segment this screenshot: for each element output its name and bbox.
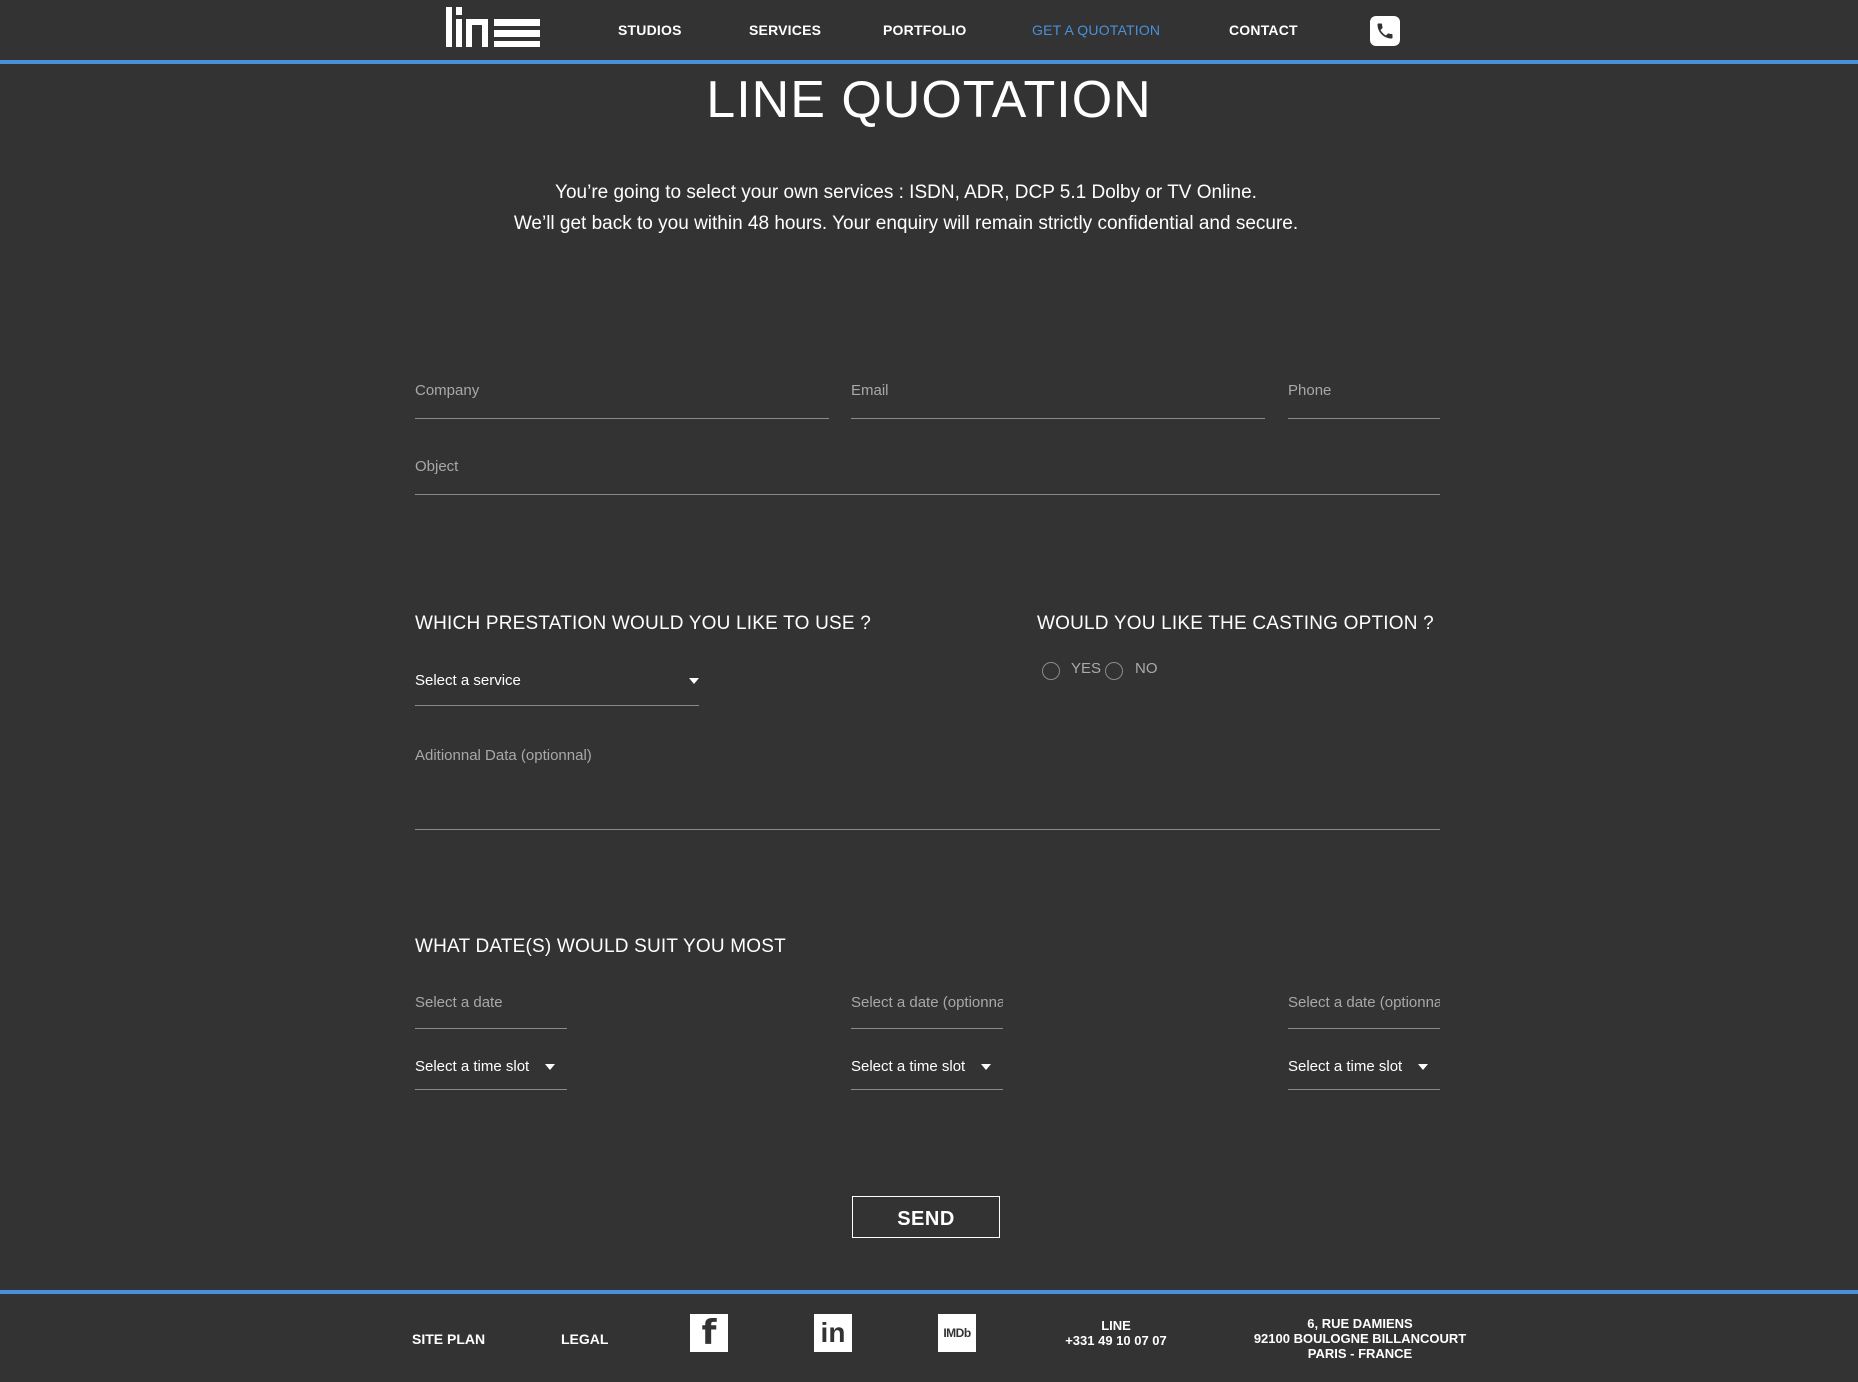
imdb-glyph: IMDb: [943, 1326, 971, 1340]
line-logo[interactable]: [446, 3, 540, 47]
email-field: [851, 382, 1265, 419]
object-field: [415, 458, 1440, 495]
facebook-icon[interactable]: f: [690, 1313, 728, 1353]
linkedin-icon[interactable]: in: [814, 1314, 852, 1352]
casting-yes-label: YES: [1071, 660, 1102, 677]
footer-address-line2: 92100 BOULOGNE BILLANCOURT: [1253, 1331, 1467, 1346]
site-footer: SITE PLAN LEGAL f in IMDb LINE +331 49 1…: [0, 1290, 1858, 1382]
footer-company-phone: +331 49 10 07 07: [1065, 1333, 1167, 1348]
service-select-label: Select a service: [415, 672, 521, 689]
nav-portfolio[interactable]: PORTFOLIO: [883, 22, 966, 38]
company-input[interactable]: [415, 382, 829, 399]
footer-address: 6, RUE DAMIENS 92100 BOULOGNE BILLANCOUR…: [1240, 1316, 1480, 1361]
footer-site-plan[interactable]: SITE PLAN: [412, 1331, 485, 1347]
nav-get-a-quotation[interactable]: GET A QUOTATION: [1032, 22, 1160, 38]
phone-icon: [1377, 23, 1393, 39]
chevron-down-icon: [1418, 1064, 1428, 1070]
send-button[interactable]: SEND: [852, 1196, 1000, 1238]
date1-input[interactable]: [415, 994, 567, 1011]
nav-contact[interactable]: CONTACT: [1229, 22, 1298, 38]
date3-input[interactable]: [1288, 994, 1440, 1011]
object-input[interactable]: [415, 458, 1440, 475]
chevron-down-icon: [981, 1064, 991, 1070]
timeslot2-select[interactable]: Select a time slot: [851, 1058, 1003, 1090]
date2-field: [851, 994, 1003, 1029]
date2-input[interactable]: [851, 994, 1003, 1011]
intro-line-2: We’ll get back to you within 48 hours. Y…: [513, 213, 1299, 234]
footer-address-line3: PARIS - FRANCE: [1307, 1346, 1413, 1361]
phone-button[interactable]: [1370, 16, 1400, 46]
chevron-down-icon: [689, 678, 699, 684]
timeslot1-label: Select a time slot: [415, 1058, 530, 1075]
nav-services[interactable]: SERVICES: [749, 22, 821, 38]
imdb-icon[interactable]: IMDb: [938, 1314, 976, 1352]
prestation-title: WHICH PRESTATION WOULD YOU LIKE TO USE ?: [415, 613, 871, 634]
intro-text: You’re going to select your own services…: [0, 177, 1812, 239]
casting-no-label: NO: [1135, 660, 1158, 677]
footer-contact: LINE +331 49 10 07 07: [1056, 1318, 1176, 1348]
casting-yes-radio[interactable]: [1042, 662, 1060, 680]
email-input[interactable]: [851, 382, 1265, 399]
timeslot1-select[interactable]: Select a time slot: [415, 1058, 567, 1090]
page-title: LINE QUOTATION: [706, 71, 1152, 129]
date3-field: [1288, 994, 1440, 1029]
site-header: STUDIOS SERVICES PORTFOLIO GET A QUOTATI…: [0, 0, 1858, 64]
nav-studios[interactable]: STUDIOS: [618, 22, 682, 38]
linkedin-glyph: in: [820, 1317, 846, 1348]
intro-line-1: You’re going to select your own services…: [555, 182, 1257, 203]
timeslot3-label: Select a time slot: [1288, 1058, 1403, 1075]
facebook-glyph: f: [701, 1313, 717, 1353]
footer-legal[interactable]: LEGAL: [561, 1331, 608, 1347]
timeslot2-label: Select a time slot: [851, 1058, 966, 1075]
phone-input[interactable]: [1288, 382, 1440, 399]
footer-company-name: LINE: [1101, 1318, 1131, 1333]
additional-data-field: [415, 747, 1440, 830]
additional-data-input[interactable]: [415, 747, 1440, 764]
casting-no-radio[interactable]: [1105, 662, 1123, 680]
casting-title: WOULD YOU LIKE THE CASTING OPTION ?: [1037, 613, 1434, 634]
date1-field: [415, 994, 567, 1029]
company-field: [415, 382, 829, 419]
service-select[interactable]: Select a service: [415, 672, 699, 706]
dates-title: WHAT DATE(S) WOULD SUIT YOU MOST: [415, 936, 786, 957]
timeslot3-select[interactable]: Select a time slot: [1288, 1058, 1440, 1090]
footer-address-line1: 6, RUE DAMIENS: [1307, 1316, 1413, 1331]
chevron-down-icon: [545, 1064, 555, 1070]
phone-field: [1288, 382, 1440, 419]
